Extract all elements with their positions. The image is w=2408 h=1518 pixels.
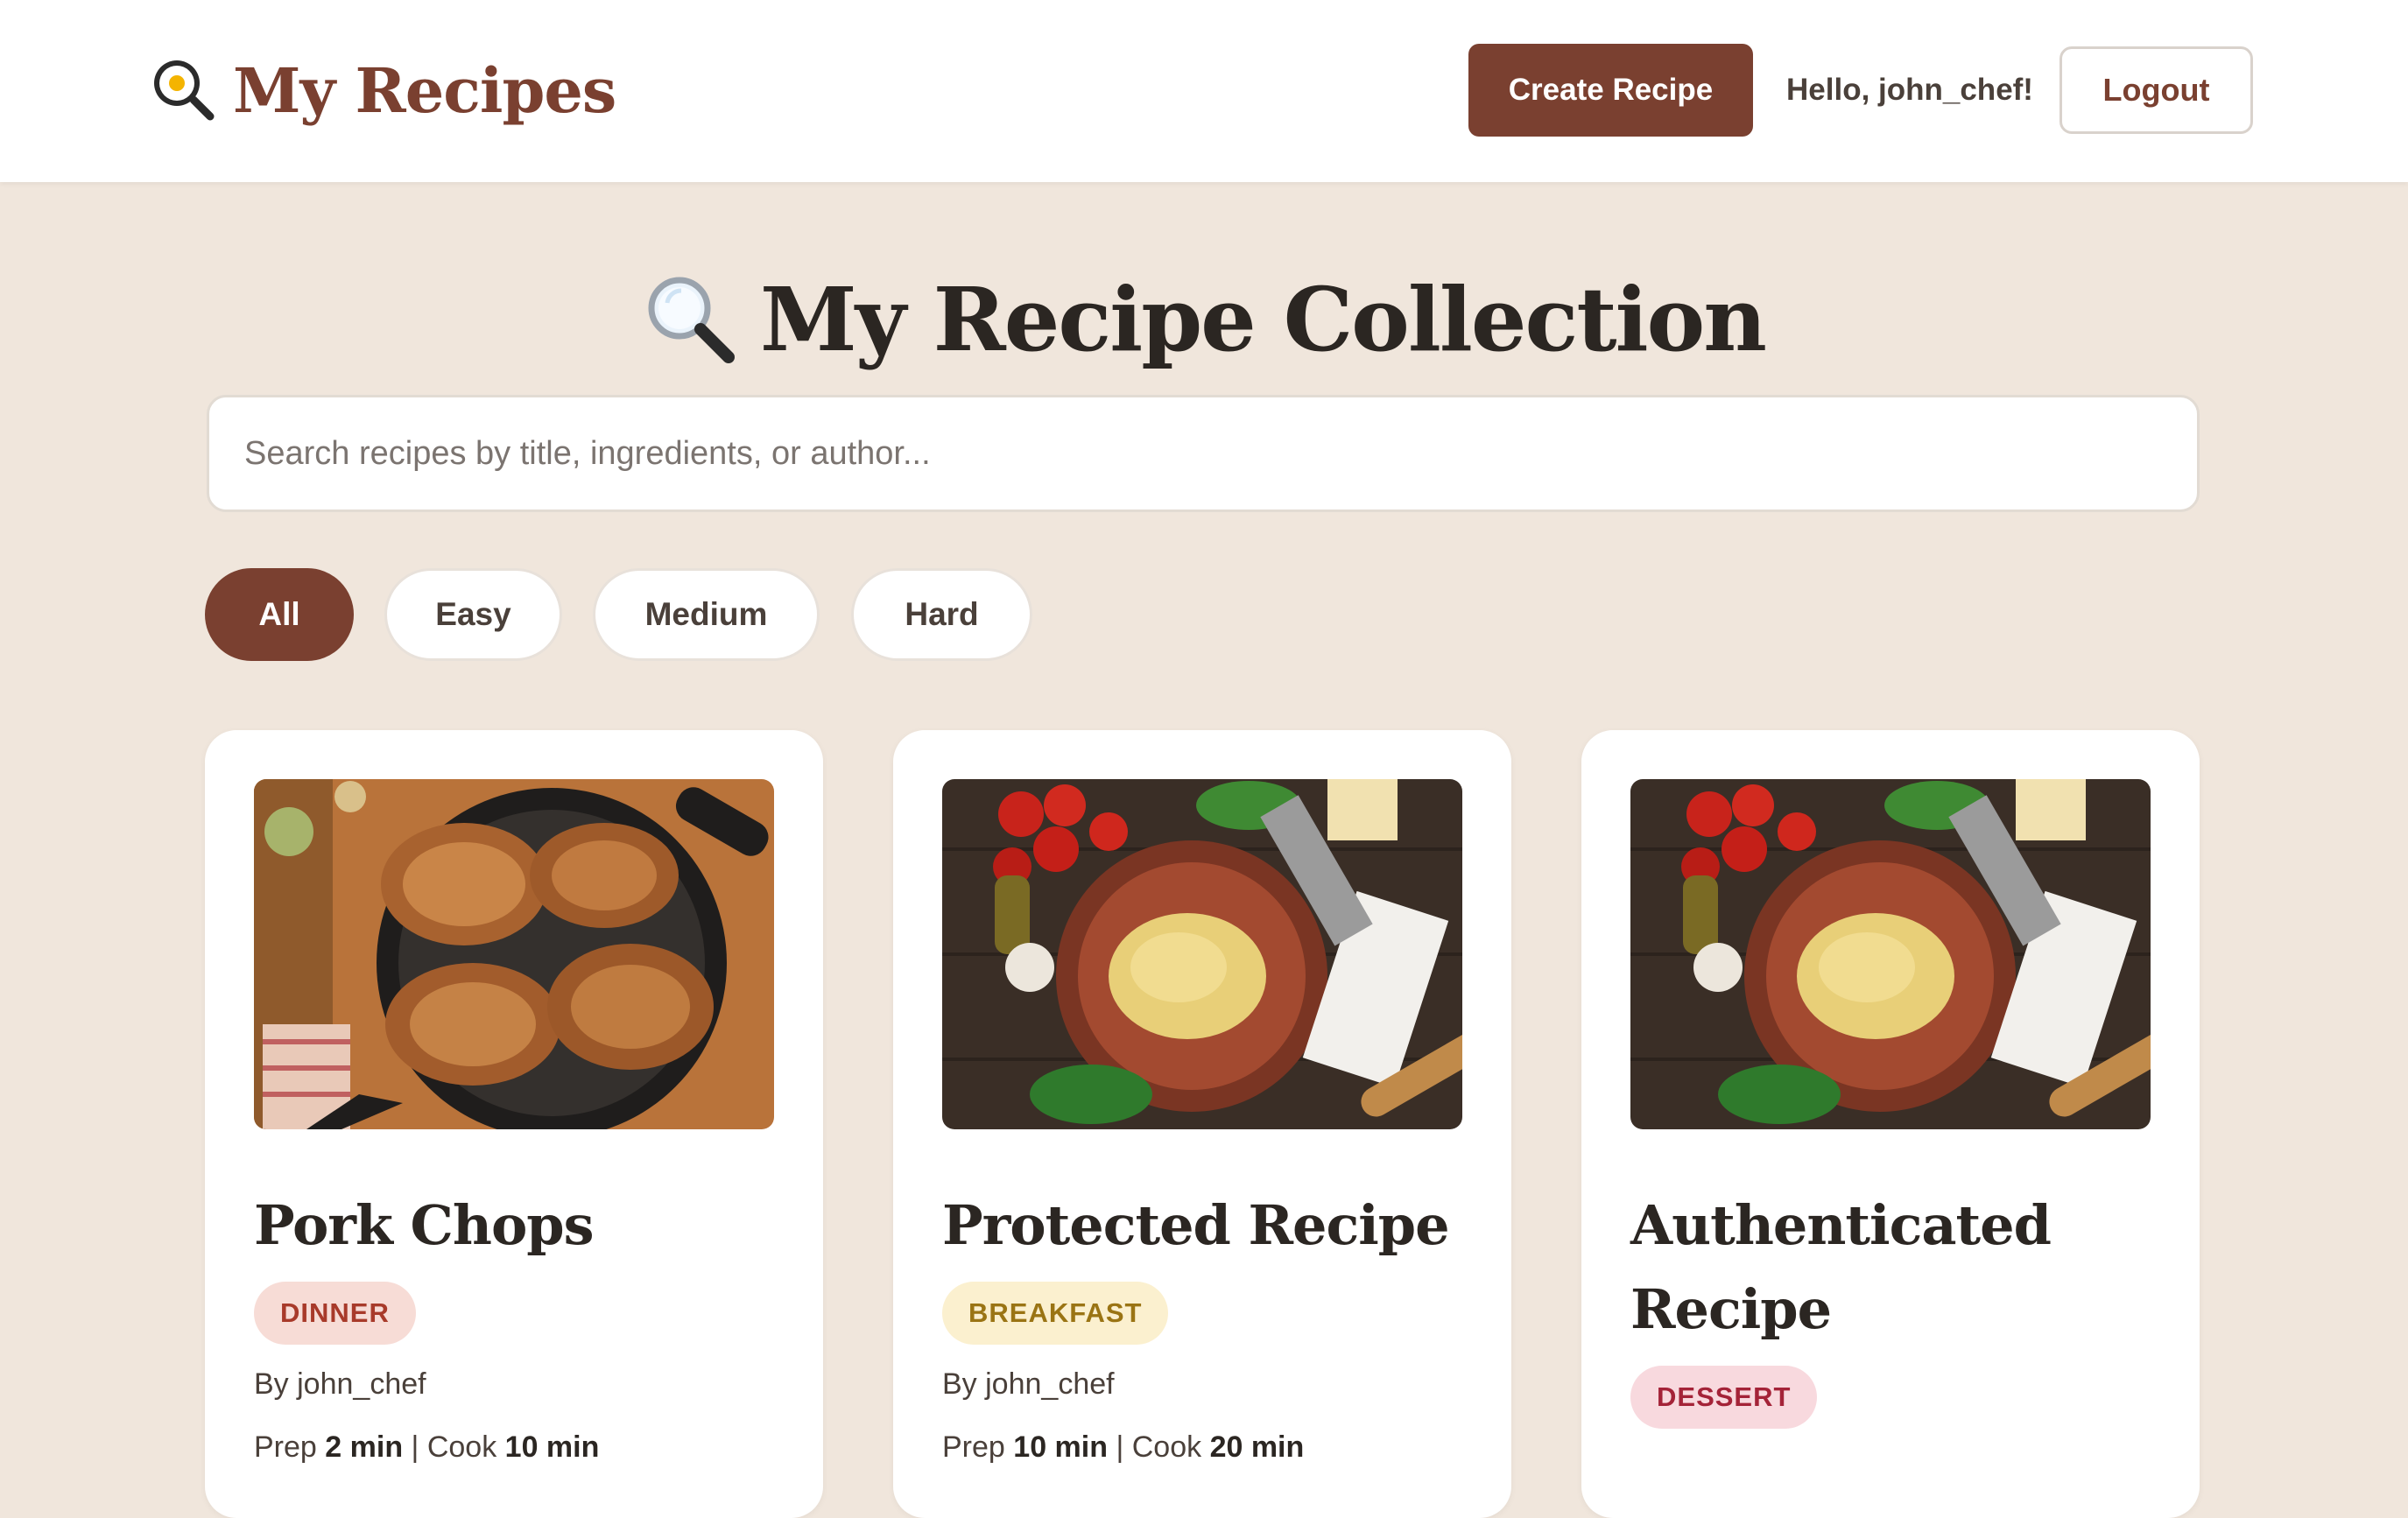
recipe-title[interactable]: Protected Recipe xyxy=(942,1184,1468,1268)
cook-label: Cook xyxy=(426,1430,497,1464)
time-separator: | xyxy=(411,1430,427,1464)
recipe-card[interactable]: Pork Chops DINNER By john_chef Prep 2 mi… xyxy=(205,730,823,1518)
top-header: My Recipes Create Recipe Hello, john_che… xyxy=(0,0,2408,182)
brand-title: My Recipes xyxy=(233,53,616,127)
recipe-title[interactable]: Pork Chops xyxy=(254,1184,779,1268)
create-recipe-button[interactable]: Create Recipe xyxy=(1468,44,1753,137)
page-title: My Recipe Collection xyxy=(0,263,2408,376)
time-separator: | xyxy=(1116,1430,1132,1464)
filter-medium[interactable]: Medium xyxy=(593,568,820,661)
page-title-text: My Recipe Collection xyxy=(760,268,1767,371)
cook-label: Cook xyxy=(1131,1430,1202,1464)
prep-label: Prep xyxy=(942,1430,1005,1464)
category-badge: BREAKFAST xyxy=(942,1282,1169,1345)
filter-hard[interactable]: Hard xyxy=(851,568,1032,661)
recipe-times: Prep 10 min | Cook 20 min xyxy=(942,1430,1304,1465)
category-badge: DINNER xyxy=(254,1282,416,1345)
pasta-dough-bowl-image xyxy=(1630,779,2151,1129)
logout-button[interactable]: Logout xyxy=(2059,46,2253,134)
recipe-author: By john_chef xyxy=(254,1367,426,1401)
user-greeting: Hello, john_chef! xyxy=(1786,73,2033,107)
prep-time: 10 min xyxy=(1013,1430,1108,1464)
category-badge: DESSERT xyxy=(1630,1366,1818,1429)
recipe-title[interactable]: Authenticated Recipe xyxy=(1630,1184,2156,1352)
prep-label: Prep xyxy=(254,1430,317,1464)
pork-chops-skillet-image xyxy=(254,779,774,1129)
recipe-card[interactable]: Protected Recipe BREAKFAST By john_chef … xyxy=(893,730,1511,1518)
recipe-card[interactable]: Authenticated Recipe DESSERT xyxy=(1581,730,2200,1518)
search-input[interactable] xyxy=(207,395,2200,512)
recipe-times: Prep 2 min | Cook 10 min xyxy=(254,1430,599,1465)
filter-easy[interactable]: Easy xyxy=(384,568,562,661)
magnifying-glass-icon xyxy=(643,271,736,369)
cook-time: 10 min xyxy=(504,1430,600,1464)
pasta-dough-bowl-image xyxy=(942,779,1462,1129)
cook-time: 20 min xyxy=(1209,1430,1305,1464)
prep-time: 2 min xyxy=(325,1430,404,1464)
recipe-author: By john_chef xyxy=(942,1367,1115,1401)
frying-pan-egg-icon xyxy=(149,55,215,126)
brand-logo[interactable]: My Recipes xyxy=(149,51,616,130)
filter-all[interactable]: All xyxy=(205,568,354,661)
